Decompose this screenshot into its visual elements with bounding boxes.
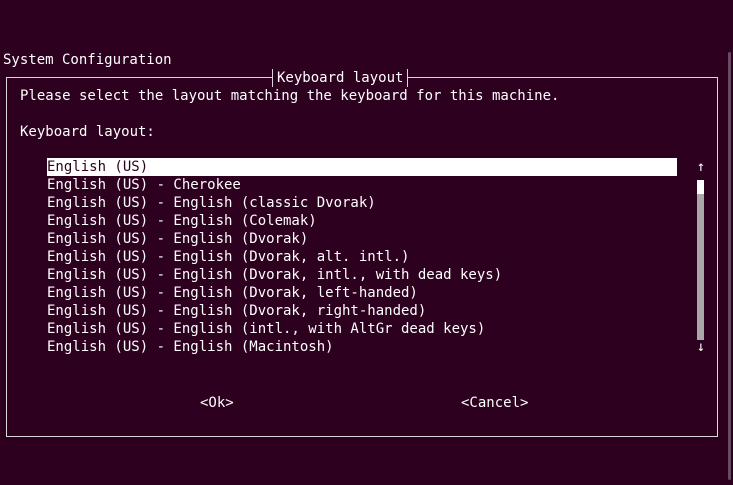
list-item[interactable]: English (US) - English (classic Dvorak)	[47, 194, 376, 212]
list-item[interactable]: English (US) - Cherokee	[47, 176, 241, 194]
scroll-down-arrow-icon[interactable]: ↓	[694, 338, 708, 356]
keyboard-layout-label: Keyboard layout:	[20, 124, 155, 140]
dialog-description: Please select the layout matching the ke…	[20, 88, 560, 104]
list-scroll-track[interactable]	[697, 194, 704, 340]
ok-button[interactable]: <Ok>	[200, 394, 234, 412]
dialog-title: Keyboard layout	[272, 69, 409, 87]
terminal-area[interactable]: System Configuration Keyboard layout Ple…	[0, 0, 733, 485]
list-item[interactable]: English (US) - English (Dvorak, right-ha…	[47, 302, 426, 320]
system-configuration-header: System Configuration	[3, 52, 172, 68]
list-item[interactable]: English (US) - English (Colemak)	[47, 212, 317, 230]
list-item[interactable]: English (US) - English (Dvorak, left-han…	[47, 284, 418, 302]
list-item[interactable]: English (US) - English (Dvorak)	[47, 230, 308, 248]
list-item[interactable]: English (US) - English (Macintosh)	[47, 338, 334, 356]
list-item[interactable]: English (US) - English (Dvorak, alt. int…	[47, 248, 409, 266]
list-item[interactable]: English (US)	[47, 158, 677, 176]
terminal-scrollbar-thumb[interactable]	[728, 52, 731, 480]
list-item[interactable]: English (US) - English (intl., with AltG…	[47, 320, 485, 338]
list-scroll-thumb[interactable]	[697, 180, 704, 194]
cancel-button[interactable]: <Cancel>	[461, 394, 528, 412]
scroll-up-arrow-icon[interactable]: ↑	[694, 158, 708, 176]
list-item[interactable]: English (US) - English (Dvorak, intl., w…	[47, 266, 502, 284]
